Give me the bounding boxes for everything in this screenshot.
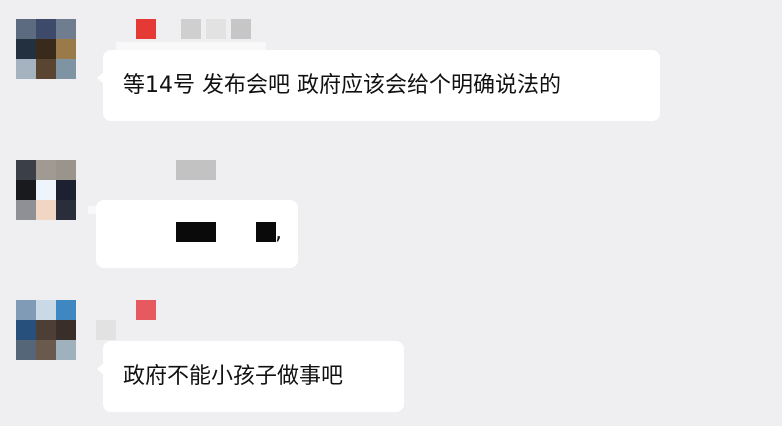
sender-name-blurred — [136, 300, 156, 320]
message-bubble[interactable]: 政府不能小孩子做事吧 — [97, 341, 404, 412]
punctuation: , — [275, 220, 282, 245]
sender-name-blurred — [136, 19, 252, 39]
sender-name-blurred — [176, 160, 216, 180]
message-text: 政府不能小孩子做事吧 — [123, 364, 344, 389]
bubble-tail — [97, 363, 104, 375]
message-bubble[interactable]: , — [96, 200, 298, 268]
bubble-tail — [97, 72, 104, 84]
message-text: 等14号 发布会吧 政府应该会给个明确说法的 — [123, 73, 561, 98]
avatar[interactable] — [16, 19, 76, 79]
redaction-block — [176, 222, 216, 242]
blur-artifact — [96, 320, 116, 340]
redaction-block — [256, 222, 276, 242]
avatar[interactable] — [16, 160, 76, 220]
message-bubble[interactable]: 等14号 发布会吧 政府应该会给个明确说法的 — [97, 50, 660, 121]
avatar[interactable] — [16, 300, 76, 360]
